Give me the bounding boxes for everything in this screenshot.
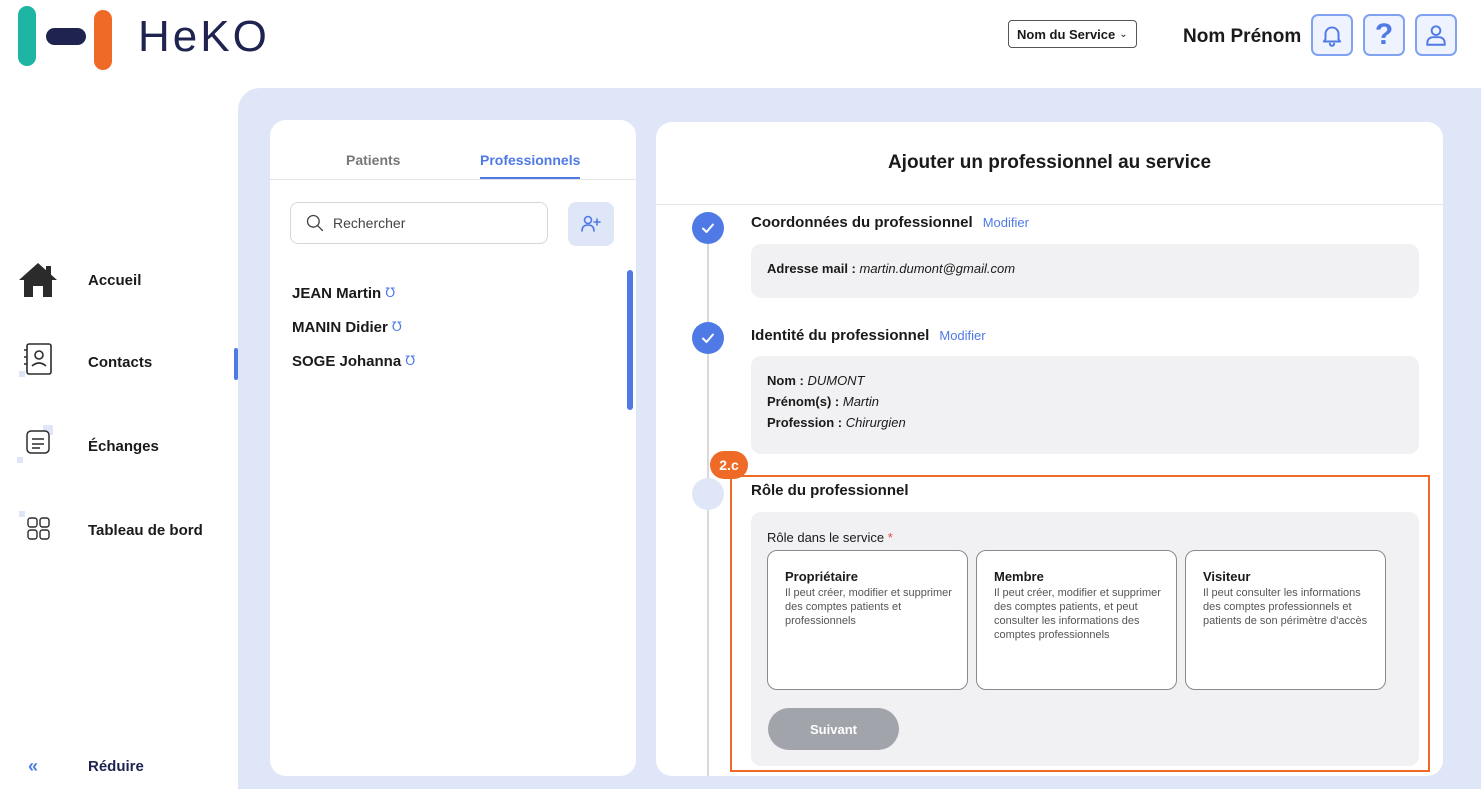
nav-label-contacts: Contacts xyxy=(88,353,153,371)
add-professional-button[interactable] xyxy=(568,202,614,246)
search-box xyxy=(290,202,548,244)
contact-list: JEAN Martin ℧ MANIN Didier ℧ SOGE Johann… xyxy=(292,282,415,384)
dashboard-icon xyxy=(12,510,64,550)
profession-label: Profession : xyxy=(767,415,843,430)
step-complete-marker xyxy=(692,322,724,354)
collapse-button[interactable]: Réduire xyxy=(88,758,144,775)
edit-coordonnees-link[interactable]: Modifier xyxy=(983,215,1029,230)
help-button[interactable]: ? xyxy=(1363,14,1405,56)
logo-teal-bar xyxy=(18,6,36,66)
stethoscope-icon: ℧ xyxy=(391,319,402,334)
nav-label-tableau-de-bord: Tableau de bord xyxy=(88,521,203,539)
check-icon xyxy=(702,223,714,233)
user-name: Nom Prénom xyxy=(1183,26,1302,47)
logo-orange-bar xyxy=(94,10,112,70)
nav-label-echanges: Échanges xyxy=(88,437,159,455)
coordonnees-summary: Adresse mail : martin.dumont@gmail.com xyxy=(751,244,1419,298)
nav-item-tableau-de-bord[interactable]: Tableau de bord xyxy=(12,510,203,550)
contact-name: SOGE Johanna xyxy=(292,352,402,370)
nav-item-contacts[interactable]: Contacts xyxy=(12,342,152,382)
add-user-icon xyxy=(581,215,601,232)
section-identite: Identité du professionnel Modifier xyxy=(751,327,986,344)
nom-value: DUMONT xyxy=(807,373,865,388)
contact-name: MANIN Didier xyxy=(292,318,388,336)
chevron-down-icon: ⌄ xyxy=(1119,28,1128,40)
home-icon xyxy=(12,260,64,300)
profession-value: Chirurgien xyxy=(845,415,906,430)
notifications-button[interactable] xyxy=(1311,14,1353,56)
collapse-icon[interactable]: « xyxy=(28,756,38,777)
step-current-marker xyxy=(692,478,724,510)
nav-item-accueil[interactable]: Accueil xyxy=(12,260,141,300)
bell-icon xyxy=(1322,26,1342,47)
tab-professionnels[interactable]: Professionnels xyxy=(480,152,580,168)
check-icon xyxy=(702,333,714,343)
section-coordonnees: Coordonnées du professionnel Modifier xyxy=(751,214,1029,231)
email-value: martin.dumont@gmail.com xyxy=(859,261,1016,276)
stethoscope-icon: ℧ xyxy=(405,353,416,368)
contacts-icon xyxy=(12,342,64,382)
contact-item[interactable]: MANIN Didier ℧ xyxy=(292,316,415,338)
service-select[interactable]: Nom du Service ⌄ xyxy=(1008,20,1137,48)
messages-icon xyxy=(12,425,64,466)
step-badge: 2.c xyxy=(710,451,748,479)
help-icon: ? xyxy=(1374,18,1394,51)
section-title: Identité du professionnel xyxy=(751,327,930,344)
search-icon xyxy=(306,214,324,232)
tab-patients[interactable]: Patients xyxy=(346,152,400,168)
edit-identite-link[interactable]: Modifier xyxy=(939,328,985,343)
tabs-divider xyxy=(270,179,636,180)
nav-item-echanges[interactable]: Échanges xyxy=(12,425,159,466)
stethoscope-icon: ℧ xyxy=(385,285,396,300)
nav-label-accueil: Accueil xyxy=(88,271,142,289)
contact-item[interactable]: JEAN Martin ℧ xyxy=(292,282,415,304)
logo-navy-pill xyxy=(46,28,86,45)
contact-name: JEAN Martin xyxy=(292,284,382,302)
prenom-value: Martin xyxy=(842,394,879,409)
user-icon xyxy=(1426,25,1446,46)
section-title: Coordonnées du professionnel xyxy=(751,214,973,231)
contact-item[interactable]: SOGE Johanna ℧ xyxy=(292,350,415,372)
profile-button[interactable] xyxy=(1415,14,1457,56)
identite-summary: Nom : DUMONT Prénom(s) : Martin Professi… xyxy=(751,356,1419,454)
logo-wordmark: HeKO xyxy=(138,12,270,61)
nom-label: Nom : xyxy=(767,373,804,388)
email-label: Adresse mail : xyxy=(767,261,856,276)
service-select-value: Nom du Service xyxy=(1017,26,1116,42)
contacts-panel: Patients Professionnels JEAN Martin ℧ MA… xyxy=(270,120,636,776)
highlight-frame xyxy=(730,475,1430,772)
form-divider xyxy=(656,204,1443,205)
contacts-scrollbar[interactable] xyxy=(627,270,633,410)
search-input[interactable] xyxy=(333,215,533,231)
step-complete-marker xyxy=(692,212,724,244)
form-title: Ajouter un professionnel au service xyxy=(887,152,1212,173)
prenom-label: Prénom(s) : xyxy=(767,394,840,409)
